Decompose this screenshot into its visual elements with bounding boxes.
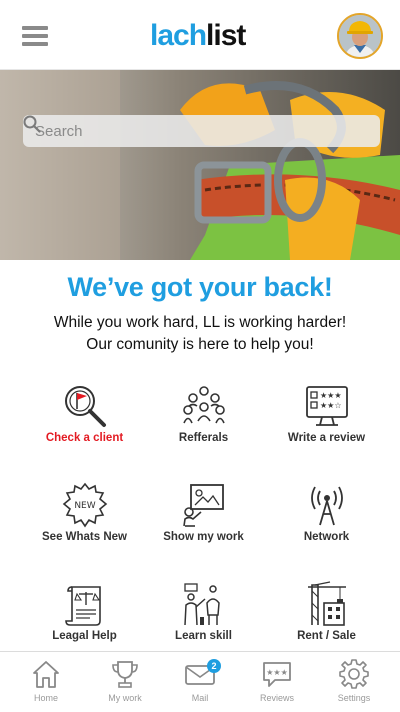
app-header: lachlist	[0, 0, 400, 70]
nav-my-work[interactable]: My work	[85, 652, 165, 712]
tile-network[interactable]: Network	[260, 482, 393, 562]
new-badge-text: NEW	[74, 501, 95, 511]
bottom-nav: Home My work 2 Mail ★★★ Reviews Settings	[0, 651, 400, 712]
trophy-icon	[112, 661, 138, 688]
tile-whats-new[interactable]: NEW See Whats New	[18, 482, 151, 562]
tagline-line-2: Our comunity is here to help you!	[86, 336, 314, 353]
search-icon	[23, 115, 41, 133]
tile-referrals[interactable]: Refferals	[137, 383, 270, 463]
page-headline: We’ve got your back!	[67, 272, 333, 302]
safety-harness-illustration	[0, 70, 400, 260]
rent-sale-icon	[307, 581, 346, 626]
show-work-icon	[182, 484, 224, 527]
tile-label: See Whats New	[42, 531, 127, 543]
app-logo: lachlist	[150, 18, 246, 54]
network-icon	[310, 486, 343, 526]
tile-write-review[interactable]: ★★★ ★★☆ Write a review	[260, 383, 393, 463]
home-icon	[33, 661, 59, 688]
reviews-icon: ★★★	[263, 662, 291, 687]
learn-skill-icon	[183, 583, 220, 626]
tile-label: Show my work	[163, 531, 244, 543]
tile-legal-help[interactable]: Leagal Help	[18, 581, 151, 661]
tile-label: Network	[303, 531, 350, 543]
logo-text-list: list	[206, 19, 246, 52]
nav-label: My work	[108, 693, 142, 703]
mail-badge: 2	[207, 659, 221, 673]
new-badge-icon: NEW	[62, 482, 107, 528]
search-bar[interactable]: Search	[23, 115, 380, 147]
hero-image: Search	[0, 70, 400, 260]
tile-label: Refferals	[178, 432, 229, 444]
nav-label: Settings	[337, 693, 371, 703]
nav-label: Reviews	[259, 693, 294, 703]
nav-reviews[interactable]: ★★★ Reviews	[237, 652, 317, 712]
tile-check-client[interactable]: Check a client	[18, 383, 151, 463]
hamburger-menu-icon[interactable]	[22, 26, 50, 48]
nav-settings[interactable]: Settings	[314, 652, 394, 712]
svg-text:★★☆: ★★☆	[320, 401, 342, 410]
search-placeholder: Search	[35, 122, 83, 140]
tile-label: Learn skill	[175, 630, 232, 642]
svg-text:★★★: ★★★	[320, 391, 342, 400]
nav-home[interactable]: Home	[6, 652, 86, 712]
referrals-icon	[182, 386, 225, 424]
tile-show-work[interactable]: Show my work	[137, 482, 270, 562]
tile-learn-skill[interactable]: Learn skill	[137, 581, 270, 661]
logo-text-lach: lach	[150, 19, 207, 52]
svg-text:★★★: ★★★	[266, 668, 288, 677]
tile-label: Check a client	[45, 432, 124, 444]
nav-label: Home	[33, 693, 58, 703]
legal-help-icon	[64, 586, 101, 626]
tagline-line-1: While you work hard, LL is working harde…	[53, 314, 347, 331]
tile-label: Leagal Help	[52, 630, 117, 642]
write-review-icon: ★★★ ★★☆	[305, 386, 348, 426]
nav-label: Mail	[191, 693, 209, 703]
nav-mail[interactable]: 2 Mail	[160, 652, 240, 712]
tile-rent-sale[interactable]: Rent / Sale	[260, 581, 393, 661]
gear-icon	[339, 659, 369, 689]
check-client-icon	[64, 386, 106, 427]
user-avatar-icon[interactable]	[337, 13, 383, 59]
tile-label: Rent / Sale	[297, 630, 356, 642]
tile-label: Write a review	[287, 432, 366, 444]
